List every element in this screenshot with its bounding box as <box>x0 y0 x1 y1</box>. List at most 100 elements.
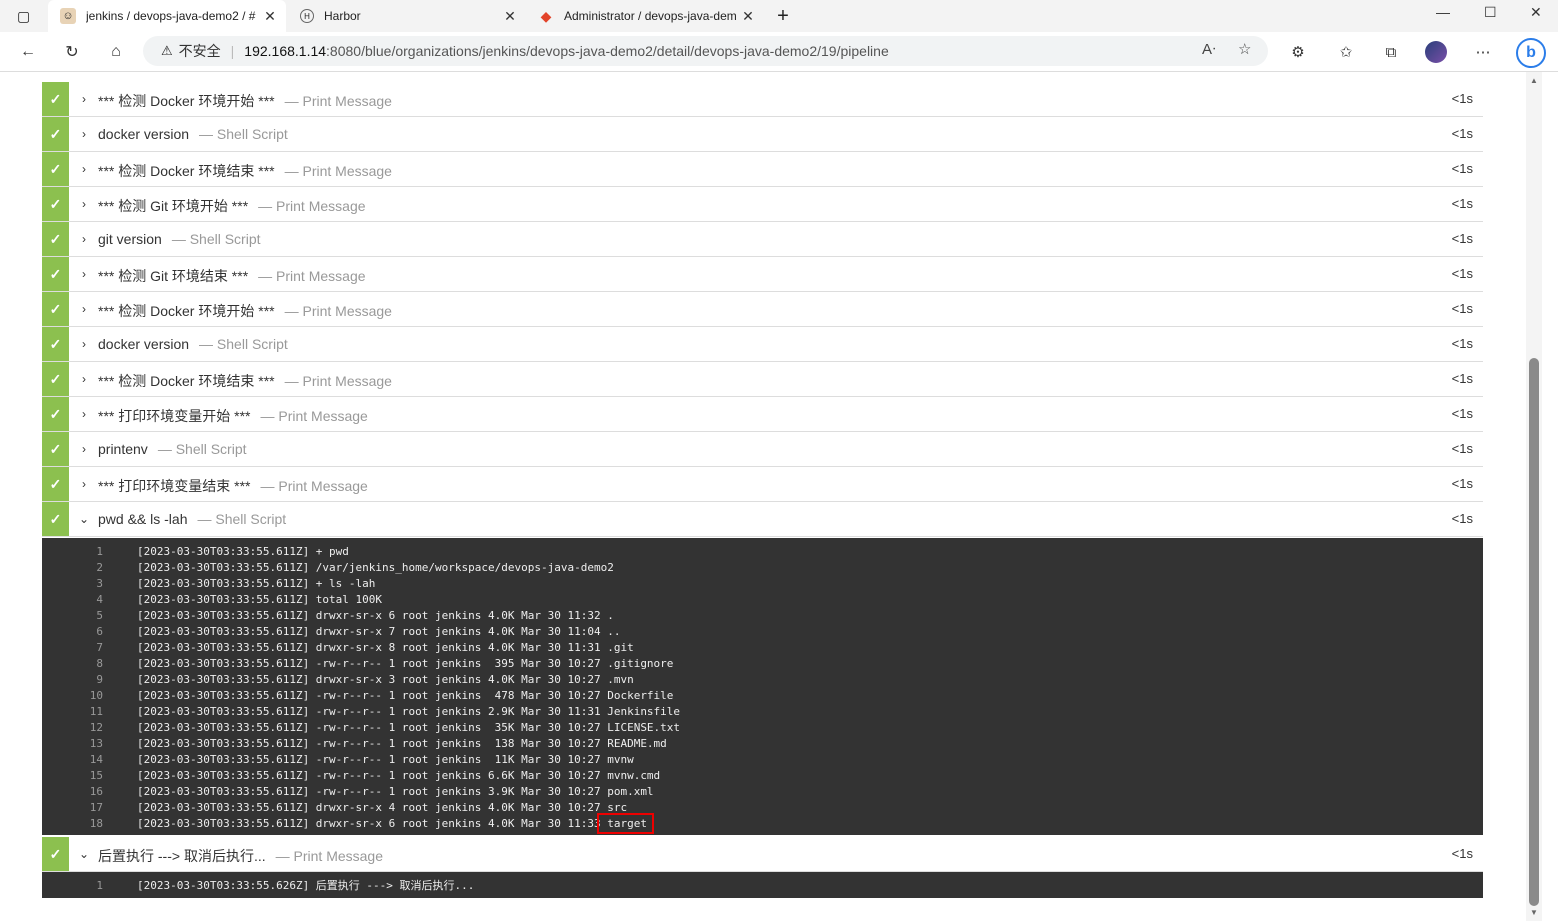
gitlab-favicon-icon: ◆ <box>540 7 552 24</box>
step-type: — Print Message <box>258 198 366 214</box>
step-name: *** 检测 Docker 环境开始 *** <box>98 93 275 109</box>
step-name: docker version <box>98 336 190 352</box>
chevron-right-icon[interactable]: › <box>78 126 90 142</box>
chevron-right-icon[interactable]: › <box>78 371 90 387</box>
log-line-number: 12 <box>89 721 103 734</box>
tab-actions-button[interactable]: ▢ <box>0 0 48 32</box>
favorites-icon[interactable]: ✩ <box>1334 40 1358 64</box>
profile-avatar[interactable] <box>1425 41 1447 63</box>
pipeline-step-row[interactable]: ✓ › printenv — Shell Script <1s <box>42 432 1483 467</box>
pipeline-steps-panel: ✓ › *** 检测 Docker 环境开始 *** — Print Message <… <box>0 72 1526 921</box>
warning-icon: ⚠ <box>161 43 173 58</box>
chevron-right-icon[interactable]: › <box>78 301 90 317</box>
page-scrollbar[interactable]: ▲ ▼ <box>1526 72 1542 921</box>
pipeline-step-row[interactable]: ✓ ⌄ pwd && ls -lah — Shell Script <1s <box>42 502 1483 537</box>
success-check-icon: ✓ <box>42 222 69 256</box>
more-menu-icon[interactable]: ⋯ <box>1471 40 1495 64</box>
step-label: git version — Shell Script <box>98 231 261 247</box>
pipeline-step-row[interactable]: ✓ › *** 检测 Git 环境结束 *** — Print Message <1s <box>42 257 1483 292</box>
log-line-text: [2023-03-30T03:33:55.611Z] -rw-r--r-- 1 … <box>137 689 674 702</box>
pipeline-step-row[interactable]: ✓ › *** 检测 Docker 环境开始 *** — Print Message <… <box>42 82 1483 117</box>
pipeline-step-row[interactable]: ✓ › docker version — Shell Script <1s <box>42 327 1483 362</box>
tab-gitlab[interactable]: ◆ Administrator / devops-java-dem ✕ <box>526 0 764 32</box>
step-label: *** 检测 Docker 环境结束 *** — Print Message <box>98 371 392 391</box>
step-type: — Shell Script <box>171 231 261 247</box>
step-label: 后置执行 ---> 取消后执行... — Print Message <box>98 846 383 866</box>
reload-icon[interactable]: ↻ <box>60 40 84 64</box>
tab-close-icon[interactable]: ✕ <box>500 8 520 25</box>
log-line-number: 11 <box>89 705 103 718</box>
pipeline-step-row[interactable]: ✓ ⌄ 后置执行 ---> 取消后执行... — Print Message <1s <box>42 837 1483 872</box>
chevron-right-icon[interactable]: › <box>78 266 90 282</box>
step-label: *** 检测 Git 环境结束 *** — Print Message <box>98 266 366 286</box>
step-label: pwd && ls -lah — Shell Script <box>98 511 286 527</box>
step-duration: <1s <box>1451 266 1473 281</box>
scroll-down-arrow-icon[interactable]: ▼ <box>1530 908 1538 917</box>
success-check-icon: ✓ <box>42 432 69 466</box>
add-favorite-icon[interactable]: ☆ <box>1238 40 1251 58</box>
step-label: printenv — Shell Script <box>98 441 247 457</box>
log-line: 10 [2023-03-30T03:33:55.611Z] -rw-r--r-- … <box>42 688 1483 704</box>
step-type: — Print Message <box>284 163 392 179</box>
chevron-right-icon[interactable]: › <box>78 476 90 492</box>
log-line: 16 [2023-03-30T03:33:55.611Z] -rw-r--r-- … <box>42 784 1483 800</box>
pipeline-step-row[interactable]: ✓ › *** 检测 Git 环境开始 *** — Print Message <1s <box>42 187 1483 222</box>
step-name: 后置执行 ---> 取消后执行... <box>98 848 266 864</box>
pipeline-step-row[interactable]: ✓ › *** 打印环境变量结束 *** — Print Message <1s <box>42 467 1483 502</box>
pipeline-step-row[interactable]: ✓ › *** 检测 Docker 环境结束 *** — Print Message <… <box>42 152 1483 187</box>
collections-icon[interactable]: ⧉ <box>1379 40 1403 64</box>
back-icon[interactable]: ← <box>16 40 40 64</box>
chevron-down-icon[interactable]: ⌄ <box>78 846 90 862</box>
maximize-icon[interactable]: ☐ <box>1484 4 1497 21</box>
pipeline-step-row[interactable]: ✓ › *** 检测 Docker 环境开始 *** — Print Message <… <box>42 292 1483 327</box>
tab-close-icon[interactable]: ✕ <box>260 8 280 25</box>
success-check-icon: ✓ <box>42 397 69 431</box>
success-check-icon: ✓ <box>42 82 69 116</box>
step-log-output: 1 [2023-03-30T03:33:55.626Z] 后置执行 ---> 取消… <box>42 872 1483 898</box>
success-check-icon: ✓ <box>42 187 69 221</box>
address-separator: | <box>230 43 235 59</box>
url-path: :8080/blue/organizations/jenkins/devops-… <box>326 43 889 59</box>
extensions-icon[interactable]: ⚙ <box>1286 40 1310 64</box>
log-line-number: 7 <box>96 641 103 654</box>
chevron-right-icon[interactable]: › <box>78 406 90 422</box>
log-line-number: 16 <box>89 785 103 798</box>
chevron-right-icon[interactable]: › <box>78 196 90 212</box>
window-close-icon[interactable]: ✕ <box>1530 4 1542 21</box>
chevron-right-icon[interactable]: › <box>78 91 90 107</box>
log-line-text: [2023-03-30T03:33:55.611Z] /var/jenkins_… <box>137 561 614 574</box>
tab-harbor[interactable]: H Harbor ✕ <box>288 0 526 32</box>
pipeline-step-row[interactable]: ✓ › docker version — Shell Script <1s <box>42 117 1483 152</box>
tab-title: jenkins / devops-java-demo2 / # <box>86 9 256 23</box>
read-aloud-icon[interactable]: A͏ᐧ <box>1202 40 1216 58</box>
tab-close-icon[interactable]: ✕ <box>738 8 758 25</box>
pipeline-step-row[interactable]: ✓ › *** 检测 Docker 环境结束 *** — Print Message <… <box>42 362 1483 397</box>
log-line: 17 [2023-03-30T03:33:55.611Z] drwxr-sr-x … <box>42 800 1483 816</box>
chevron-right-icon[interactable]: › <box>78 336 90 352</box>
log-line-text: [2023-03-30T03:33:55.611Z] drwxr-sr-x 6 … <box>137 609 614 622</box>
address-bar[interactable]: ⚠ 不安全 | 192.168.1.14:8080/blue/organizat… <box>143 36 1268 66</box>
chevron-right-icon[interactable]: › <box>78 441 90 457</box>
success-check-icon: ✓ <box>42 362 69 396</box>
step-label: *** 检测 Docker 环境结束 *** — Print Message <box>98 161 392 181</box>
success-check-icon: ✓ <box>42 467 69 501</box>
step-name: printenv <box>98 441 148 457</box>
home-icon[interactable]: ⌂ <box>104 40 128 64</box>
chevron-right-icon[interactable]: › <box>78 161 90 177</box>
step-type: — Print Message <box>275 848 383 864</box>
minimize-icon[interactable]: — <box>1436 4 1450 20</box>
chevron-down-icon[interactable]: ⌄ <box>78 511 90 527</box>
new-tab-button[interactable]: + <box>768 0 798 32</box>
log-line-number: 13 <box>89 737 103 750</box>
bing-copilot-icon[interactable]: b <box>1516 38 1546 68</box>
chevron-right-icon[interactable]: › <box>78 231 90 247</box>
step-duration: <1s <box>1451 231 1473 246</box>
log-line: 15 [2023-03-30T03:33:55.611Z] -rw-r--r-- … <box>42 768 1483 784</box>
step-type: — Shell Script <box>199 126 288 142</box>
scrollbar-thumb[interactable] <box>1529 358 1539 906</box>
tab-jenkins[interactable]: ☺ jenkins / devops-java-demo2 / # ✕ <box>48 0 286 32</box>
scroll-up-arrow-icon[interactable]: ▲ <box>1530 76 1538 85</box>
pipeline-step-row[interactable]: ✓ › git version — Shell Script <1s <box>42 222 1483 257</box>
pipeline-step-row[interactable]: ✓ › *** 打印环境变量开始 *** — Print Message <1s <box>42 397 1483 432</box>
url-host: 192.168.1.14 <box>244 43 327 59</box>
